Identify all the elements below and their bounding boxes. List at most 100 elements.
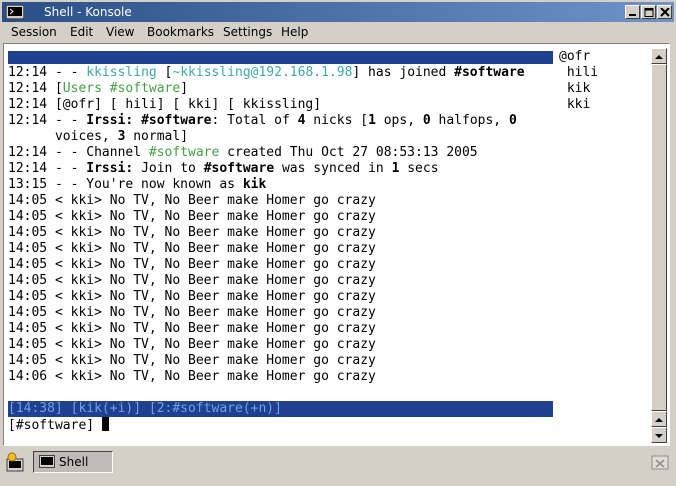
menu-bar: Session Edit View Bookmarks Settings Hel… bbox=[2, 22, 674, 42]
konsole-app-icon[interactable] bbox=[6, 5, 24, 19]
scrollbar-thumb[interactable] bbox=[651, 64, 667, 411]
terminal-text: 12:14 - - bbox=[8, 65, 87, 80]
title-bar[interactable]: Shell - Konsole bbox=[2, 2, 674, 22]
terminal-text: 12:14 [ bbox=[8, 81, 63, 96]
terminal-text: ] has joined bbox=[352, 65, 455, 80]
terminal-text: Users #software bbox=[62, 81, 181, 96]
irssi-status-bar: [14:38] [kik(+i)] [2:#software(+n)] bbox=[8, 401, 553, 417]
maximize-button[interactable] bbox=[641, 5, 656, 19]
terminal-text: 14:05 < kki> No TV, No Beer make Homer g… bbox=[8, 209, 376, 224]
session-tab-shell[interactable]: Shell bbox=[33, 451, 113, 473]
scroll-up-button[interactable] bbox=[651, 48, 667, 64]
menu-session[interactable]: Session bbox=[11, 24, 57, 40]
arrow-down-icon bbox=[655, 434, 663, 438]
scroll-up-button-lower[interactable] bbox=[651, 411, 667, 427]
terminal-text: nicks [ bbox=[305, 113, 369, 128]
input-line[interactable]: [#software] bbox=[8, 417, 109, 433]
terminal-line: voices, 3 normal] bbox=[8, 129, 188, 145]
terminal-line: 14:05 < kki> No TV, No Beer make Homer g… bbox=[8, 337, 376, 353]
terminal-text: ] bbox=[180, 81, 189, 96]
terminal-line: 12:14 - - kkissling [~kkissling@192.168.… bbox=[8, 65, 525, 81]
terminal-line: 14:05 < kki> No TV, No Beer make Homer g… bbox=[8, 193, 376, 209]
terminal-text: 0 bbox=[422, 113, 431, 128]
terminal-line: 14:05 < kki> No TV, No Beer make Homer g… bbox=[8, 273, 376, 289]
scroll-down-button[interactable] bbox=[651, 427, 667, 443]
terminal-line: 12:14 [Users #software] bbox=[8, 81, 188, 97]
menu-view[interactable]: View bbox=[106, 24, 134, 40]
terminal-text: 0 bbox=[508, 113, 517, 128]
terminal-text: 13:15 - - You're now known as bbox=[8, 177, 243, 192]
terminal-text: 14:05 < kki> No TV, No Beer make Homer g… bbox=[8, 225, 376, 240]
terminal-text: voices, bbox=[8, 129, 118, 144]
irssi-topic-bar bbox=[8, 51, 553, 64]
terminal-text: 12:14 - - bbox=[8, 113, 87, 128]
terminal-line: 14:05 < kki> No TV, No Beer make Homer g… bbox=[8, 289, 376, 305]
arrow-up-icon bbox=[655, 55, 663, 59]
terminal-text: 14:05 < kki> No TV, No Beer make Homer g… bbox=[8, 273, 376, 288]
terminal-line: 14:05 < kki> No TV, No Beer make Homer g… bbox=[8, 209, 376, 225]
terminal-line: 12:14 - - Channel #software created Thu … bbox=[8, 145, 478, 161]
session-tab-label: Shell bbox=[59, 455, 89, 469]
terminal-text: 1 bbox=[368, 113, 376, 128]
new-session-icon[interactable] bbox=[4, 451, 28, 473]
maximize-icon bbox=[644, 8, 654, 17]
konsole-window: Shell - Konsole Session Edit View Bookma… bbox=[0, 0, 676, 486]
terminal-text: kkissling bbox=[86, 65, 157, 80]
terminal-text: 14:05 < kki> No TV, No Beer make Homer g… bbox=[8, 289, 376, 304]
terminal-view[interactable]: 12:14 - - kkissling [~kkissling@192.168.… bbox=[8, 49, 654, 442]
menu-edit[interactable]: Edit bbox=[70, 24, 93, 40]
menu-help[interactable]: Help bbox=[281, 24, 308, 40]
terminal-line: 14:05 < kki> No TV, No Beer make Homer g… bbox=[8, 241, 376, 257]
terminal-text: secs bbox=[399, 161, 439, 176]
terminal-line: 14:05 < kki> No TV, No Beer make Homer g… bbox=[8, 225, 376, 241]
nick-item: @ofr bbox=[559, 49, 591, 64]
terminal-text: 14:05 < kki> No TV, No Beer make Homer g… bbox=[8, 353, 376, 368]
minimize-icon bbox=[629, 14, 636, 16]
nick-item: kik bbox=[559, 81, 591, 96]
vertical-scrollbar[interactable] bbox=[651, 48, 667, 443]
terminal-text: 14:05 < kki> No TV, No Beer make Homer g… bbox=[8, 321, 376, 336]
menu-settings[interactable]: Settings bbox=[223, 24, 272, 40]
terminal-icon bbox=[39, 455, 55, 468]
terminal-text: 12:14 [@ofr] [ hili] [ kki] [ kkissling] bbox=[8, 97, 322, 112]
terminal-text: halfops, bbox=[430, 113, 509, 128]
terminal-text: 14:05 < kki> No TV, No Beer make Homer g… bbox=[8, 193, 376, 208]
terminal-text: 12:14 - - bbox=[8, 161, 87, 176]
terminal-text: [ bbox=[156, 65, 173, 80]
text-cursor bbox=[101, 417, 109, 431]
minimize-button[interactable] bbox=[625, 5, 640, 19]
terminal-text: 14:05 < kki> No TV, No Beer make Homer g… bbox=[8, 337, 376, 352]
terminal-text: ops, bbox=[375, 113, 423, 128]
close-icon bbox=[660, 8, 670, 17]
terminal-text: #software bbox=[203, 161, 275, 176]
terminal-text: normal] bbox=[125, 129, 189, 144]
terminal-text: kik bbox=[242, 177, 267, 192]
close-session-icon[interactable] bbox=[650, 452, 670, 472]
terminal-text: #software bbox=[148, 145, 220, 160]
window-title: Shell - Konsole bbox=[44, 5, 132, 19]
arrow-up-icon bbox=[655, 418, 663, 422]
terminal-line: 14:05 < kki> No TV, No Beer make Homer g… bbox=[8, 321, 376, 337]
terminal-line: 14:05 < kki> No TV, No Beer make Homer g… bbox=[8, 353, 376, 369]
terminal-line: 14:05 < kki> No TV, No Beer make Homer g… bbox=[8, 257, 376, 273]
terminal-text: 14:05 < kki> No TV, No Beer make Homer g… bbox=[8, 241, 376, 256]
terminal-text: Irssi: #software bbox=[86, 113, 212, 128]
nick-item: hili bbox=[559, 65, 599, 80]
terminal-text: was synced in bbox=[274, 161, 392, 176]
session-tab-bar: Shell bbox=[0, 448, 676, 486]
terminal-text: 14:05 < kki> No TV, No Beer make Homer g… bbox=[8, 305, 376, 320]
terminal-line: 12:14 [@ofr] [ hili] [ kki] [ kkissling] bbox=[8, 97, 321, 113]
terminal-text: 14:05 < kki> No TV, No Beer make Homer g… bbox=[8, 257, 376, 272]
terminal-text: ~kkissling@192.168.1.98 bbox=[172, 65, 353, 80]
nick-item: kki bbox=[559, 97, 591, 112]
terminal-text: Irssi: bbox=[86, 161, 134, 176]
input-prompt: [#software] bbox=[8, 418, 102, 433]
terminal-text: #software bbox=[454, 65, 525, 80]
terminal-line: 14:05 < kki> No TV, No Beer make Homer g… bbox=[8, 305, 376, 321]
terminal-line: 12:14 - - Irssi: #software: Total of 4 n… bbox=[8, 113, 517, 129]
terminal-line: 13:15 - - You're now known as kik bbox=[8, 177, 266, 193]
menu-bookmarks[interactable]: Bookmarks bbox=[147, 24, 214, 40]
terminal-text: Join to bbox=[133, 161, 204, 176]
close-button[interactable] bbox=[657, 5, 672, 19]
terminal-text: 12:14 - - Channel bbox=[8, 145, 149, 160]
